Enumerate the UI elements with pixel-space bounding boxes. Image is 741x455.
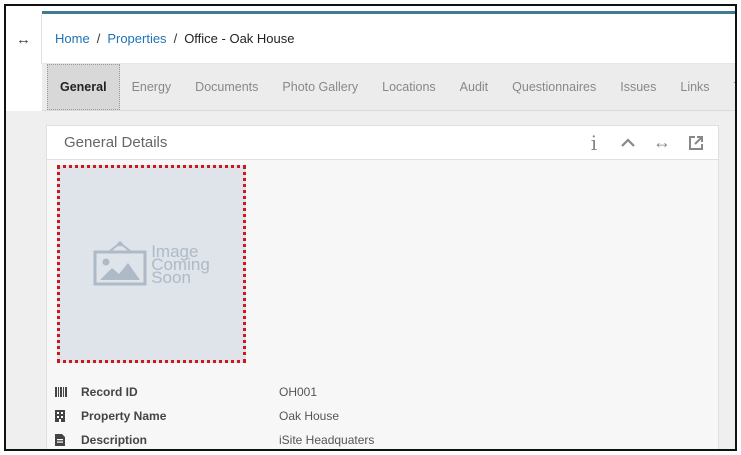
image-coming-soon: Image Coming Soon [93,241,210,287]
breadcrumb-home-link[interactable]: Home [55,31,90,46]
expand-glyph: ↔ [653,132,671,152]
detail-value: iSite Headquaters [279,433,375,447]
tab-locations[interactable]: Locations [370,64,448,110]
property-image-placeholder[interactable]: Image Coming Soon [57,165,246,363]
panel-title: General Details [64,134,168,151]
detail-row-description: Description iSite Headquaters [55,428,718,449]
tab-documents[interactable]: Documents [183,64,270,110]
expand-horizontal-icon[interactable]: ↔ [6,14,42,64]
detail-label: Property Name [81,409,167,423]
panel-header: General Details i ↔ [47,126,718,160]
detail-value: OH001 [279,385,318,399]
collapse-icon[interactable] [618,133,638,153]
breadcrumb-separator: / [173,31,178,46]
breadcrumb-current: Office - Oak House [184,31,295,46]
placeholder-text: Image Coming Soon [151,243,210,287]
building-icon [55,410,73,422]
tab-questionnaires[interactable]: Questionnaires [500,64,608,110]
picture-frame-icon [93,241,147,286]
tab-links[interactable]: Links [668,64,721,110]
external-link-icon[interactable] [686,133,706,153]
general-details-panel: General Details i ↔ Image Coming Soon Re… [46,125,719,449]
detail-row-property-name: Property Name Oak House [55,404,718,428]
expand-glyph: ↔ [16,30,31,48]
detail-value: Oak House [279,409,340,423]
info-glyph: i [590,130,598,155]
placeholder-line-3: Soon [151,267,191,287]
tab-energy[interactable]: Energy [120,64,184,110]
tab-tasks[interactable]: Tasks [722,64,735,110]
content-area: General Details i ↔ Image Coming Soon Re… [6,111,735,449]
breadcrumb: Home / Properties / Office - Oak House [42,14,735,64]
details-list: Record ID OH001 Property Name Oak House … [55,380,718,449]
detail-row-record-id: Record ID OH001 [55,380,718,404]
detail-label: Record ID [81,385,138,399]
panel-tools: i ↔ [584,130,718,155]
app-window: ↔ Home / Properties / Office - Oak House… [4,4,737,451]
top-accent-bar [6,6,735,14]
tab-bar: General Energy Documents Photo Gallery L… [42,64,735,111]
tab-audit[interactable]: Audit [448,64,501,110]
tab-issues[interactable]: Issues [608,64,668,110]
breadcrumb-separator: / [96,31,101,46]
tab-general[interactable]: General [47,64,120,110]
expand-horizontal-icon[interactable]: ↔ [652,132,672,153]
detail-label: Description [81,433,148,447]
barcode-icon [55,387,73,397]
info-icon[interactable]: i [584,130,604,155]
breadcrumb-properties-link[interactable]: Properties [107,31,166,46]
tab-photo-gallery[interactable]: Photo Gallery [270,64,370,110]
document-icon [55,434,73,446]
